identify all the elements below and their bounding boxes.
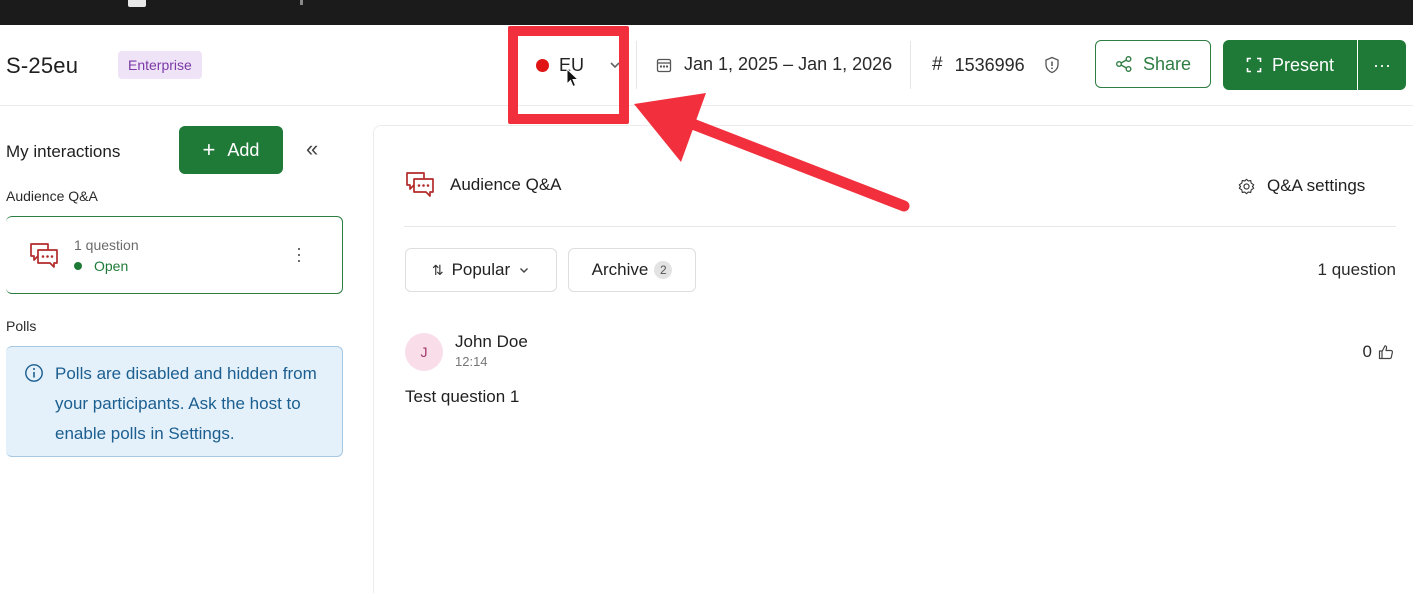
header-divider <box>636 41 637 89</box>
top-header: S-25eu Enterprise EU Jan 1, 2025 – Jan 1… <box>0 25 1413 106</box>
qa-section-label: Audience Q&A <box>6 188 98 204</box>
question-text: Test question 1 <box>405 387 520 406</box>
question-count: 1 question <box>1317 260 1396 279</box>
archive-button[interactable]: Archive 2 <box>568 248 696 292</box>
status-dot <box>74 262 82 270</box>
event-code[interactable]: # 1536996 <box>932 54 1061 76</box>
qa-question-count: 1 question <box>74 237 139 253</box>
archive-label: Archive <box>591 260 649 279</box>
present-button[interactable]: Present <box>1223 40 1357 90</box>
polls-notice-text: Polls are disabled and hidden from your … <box>55 364 317 443</box>
chat-icon <box>30 243 58 268</box>
date-range-text: Jan 1, 2025 – Jan 1, 2026 <box>684 54 893 74</box>
present-label: Present <box>1271 54 1335 75</box>
like-count: 0 <box>1362 342 1372 361</box>
sort-icon: ⇅ <box>431 261 444 278</box>
tab-fragment-dot <box>300 0 303 5</box>
header-divider <box>910 41 911 89</box>
plan-badge: Enterprise <box>118 51 202 79</box>
chat-icon <box>406 172 434 197</box>
polls-section-label: Polls <box>6 318 37 334</box>
interactions-sidebar: My interactions + Add « Audience Q&A 1 q… <box>0 106 360 593</box>
add-label: Add <box>227 139 260 160</box>
like-button[interactable]: 0 <box>1363 342 1394 362</box>
event-title: S-25eu <box>6 53 79 78</box>
collapse-sidebar-icon[interactable]: « <box>306 136 318 162</box>
section-divider <box>404 226 1396 227</box>
date-range[interactable]: Jan 1, 2025 – Jan 1, 2026 <box>656 54 892 75</box>
qa-main-panel: Audience Q&A Q&A settings ⇅ Popular Arch… <box>373 125 1413 593</box>
polls-disabled-notice: Polls are disabled and hidden from your … <box>6 346 343 457</box>
qa-settings-button[interactable]: Q&A settings <box>1238 176 1365 196</box>
add-interaction-button[interactable]: + Add <box>179 126 283 174</box>
avatar: J <box>405 333 443 371</box>
app-page: S-25eu Enterprise EU Jan 1, 2025 – Jan 1… <box>0 0 1413 593</box>
main-header: Audience Q&A <box>404 170 562 200</box>
browser-top-strip <box>0 0 1413 25</box>
chevron-down-icon <box>520 268 529 273</box>
present-icon <box>1246 57 1262 73</box>
archive-count-badge: 2 <box>654 261 673 279</box>
shield-info-icon[interactable] <box>1043 56 1061 74</box>
question-author: John Doe <box>455 332 528 351</box>
thumbs-up-icon <box>1378 345 1394 360</box>
share-button[interactable]: Share <box>1095 40 1211 88</box>
qa-settings-label: Q&A settings <box>1267 176 1366 195</box>
plus-icon: + <box>202 137 216 162</box>
qa-interaction-card[interactable]: 1 question Open · · · <box>6 216 343 294</box>
sort-label: Popular <box>451 260 511 279</box>
event-code-value: 1536996 <box>954 54 1025 75</box>
main-title: Audience Q&A <box>450 175 562 194</box>
calendar-icon <box>656 58 672 72</box>
share-label: Share <box>1142 53 1192 74</box>
question-time: 12:14 <box>455 354 488 369</box>
qa-status-label: Open <box>94 258 129 274</box>
more-options-button[interactable]: ··· <box>1358 40 1406 90</box>
share-icon <box>1115 56 1132 72</box>
cursor-icon <box>566 68 580 88</box>
tab-fragment <box>128 0 146 7</box>
info-icon <box>25 364 43 382</box>
qa-status: Open <box>74 258 128 274</box>
sidebar-title: My interactions <box>6 142 121 161</box>
sort-dropdown[interactable]: ⇅ Popular <box>405 248 557 292</box>
gear-icon <box>1238 178 1255 194</box>
card-menu-icon[interactable]: · · · <box>296 239 302 269</box>
event-code-hash: # <box>932 54 943 75</box>
